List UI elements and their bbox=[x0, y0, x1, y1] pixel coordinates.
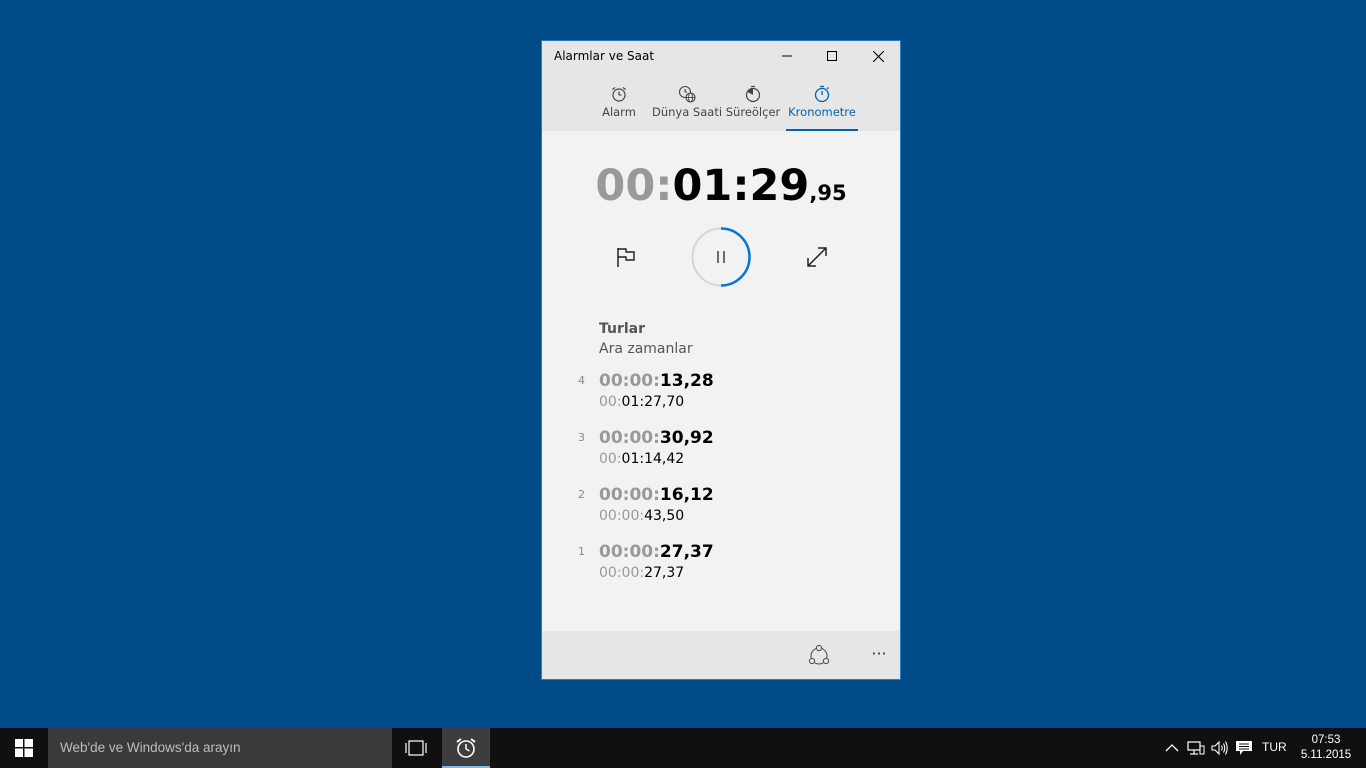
pause-progress-ring bbox=[691, 227, 751, 287]
stopwatch-seconds: 29 bbox=[749, 161, 810, 211]
lap-split-dim: 00: bbox=[599, 394, 622, 410]
stopwatch-display: 00:01:29,95 bbox=[542, 161, 900, 211]
lap-number: 3 bbox=[578, 431, 585, 444]
lap-split-value: 01:27,70 bbox=[621, 394, 685, 410]
network-icon bbox=[1187, 741, 1205, 755]
timer-icon bbox=[744, 83, 762, 105]
windows-logo-icon bbox=[15, 739, 33, 757]
lap-row: 3 00:00:30,92 00:01:14,42 bbox=[542, 428, 900, 478]
window-title: Alarmlar ve Saat bbox=[554, 49, 655, 63]
clock-date: 5.11.2015 bbox=[1300, 749, 1352, 761]
lap-row: 4 00:00:13,28 00:01:27,70 bbox=[542, 371, 900, 421]
minimize-button[interactable] bbox=[764, 41, 810, 71]
lap-time: 00:00:16,12 bbox=[599, 485, 714, 505]
tab-alarm-label: Alarm bbox=[602, 105, 636, 119]
more-options-button[interactable]: ··· bbox=[864, 639, 894, 669]
tab-alarm[interactable]: Alarm bbox=[602, 83, 636, 131]
tab-world-clock[interactable]: Dünya Saati bbox=[651, 83, 723, 131]
tab-timer-label: Süreölçer bbox=[725, 105, 781, 119]
clock-time: 07:53 bbox=[1311, 734, 1341, 746]
lap-time: 00:00:13,28 bbox=[599, 371, 714, 391]
network-button[interactable] bbox=[1186, 738, 1206, 758]
show-hidden-icons-button[interactable] bbox=[1162, 738, 1182, 758]
lap-button[interactable] bbox=[614, 245, 638, 269]
stopwatch-separator: : bbox=[655, 161, 673, 211]
lap-split: 00:00:27,37 bbox=[599, 565, 684, 581]
world-clock-icon bbox=[678, 83, 696, 105]
search-box[interactable]: Web'de ve Windows'da arayın bbox=[48, 728, 392, 768]
lap-split-dim: 00:00: bbox=[599, 508, 645, 524]
lap-time-dim: 00:00: bbox=[599, 371, 660, 391]
action-center-button[interactable] bbox=[1234, 738, 1254, 758]
maximize-button[interactable] bbox=[809, 41, 855, 71]
minimize-icon bbox=[782, 55, 792, 57]
lap-split-dim: 00:00: bbox=[599, 565, 645, 581]
stopwatch-hours: 00 bbox=[595, 161, 656, 211]
notification-icon bbox=[1236, 741, 1252, 755]
lap-number: 4 bbox=[578, 374, 585, 387]
tab-stopwatch[interactable]: Kronometre bbox=[786, 83, 858, 131]
lap-row: 2 00:00:16,12 00:00:43,50 bbox=[542, 485, 900, 535]
stopwatch-panel: 00:01:29,95 Turlar Ara zamanlar 4 00:00:… bbox=[542, 131, 900, 631]
lap-split: 00:01:27,70 bbox=[599, 394, 684, 410]
expand-button[interactable] bbox=[805, 245, 829, 269]
lap-time-dim: 00:00: bbox=[599, 428, 660, 448]
chevron-up-icon bbox=[1165, 744, 1179, 752]
share-icon bbox=[808, 644, 830, 665]
stopwatch-minutes: 01 bbox=[672, 161, 733, 211]
search-placeholder: Web'de ve Windows'da arayın bbox=[60, 740, 241, 755]
close-button[interactable] bbox=[855, 41, 901, 71]
clock-button[interactable]: 07:53 5.11.2015 bbox=[1296, 733, 1356, 763]
lap-number: 2 bbox=[578, 488, 585, 501]
stopwatch-icon bbox=[813, 83, 831, 105]
taskbar: Web'de ve Windows'da arayın TUR 07:53 5.… bbox=[0, 728, 1366, 768]
tab-stopwatch-label: Kronometre bbox=[788, 105, 856, 119]
share-button[interactable] bbox=[805, 643, 833, 669]
title-bar[interactable]: Alarmlar ve Saat bbox=[542, 41, 900, 71]
laps-subheading: Ara zamanlar bbox=[599, 341, 693, 357]
lap-split: 00:00:43,50 bbox=[599, 508, 684, 524]
laps-heading: Turlar bbox=[599, 321, 646, 337]
lap-time: 00:00:30,92 bbox=[599, 428, 714, 448]
lap-time-value: 16,12 bbox=[659, 485, 714, 505]
tab-world-clock-label: Dünya Saati bbox=[651, 105, 723, 119]
alarm-clock-icon bbox=[610, 83, 628, 105]
close-icon bbox=[872, 50, 884, 62]
flag-icon bbox=[617, 248, 635, 267]
start-button[interactable] bbox=[0, 728, 48, 768]
stopwatch-fraction: ,95 bbox=[809, 181, 847, 205]
alarm-clock-app-icon bbox=[456, 738, 476, 758]
app-window: Alarmlar ve Saat Alarm Dünya Saati Süreö… bbox=[541, 40, 901, 680]
volume-button[interactable] bbox=[1210, 738, 1230, 758]
lap-time-value: 13,28 bbox=[659, 371, 714, 391]
task-view-icon bbox=[405, 740, 427, 756]
lap-time: 00:00:27,37 bbox=[599, 542, 714, 562]
pause-icon bbox=[717, 251, 725, 263]
lap-number: 1 bbox=[578, 545, 585, 558]
lap-split-dim: 00: bbox=[599, 451, 622, 467]
input-language-indicator[interactable]: TUR bbox=[1262, 740, 1287, 754]
lap-split-value: 01:14,42 bbox=[621, 451, 685, 467]
task-view-button[interactable] bbox=[392, 728, 440, 768]
lap-row: 1 00:00:27,37 00:00:27,37 bbox=[542, 542, 900, 592]
maximize-icon bbox=[827, 51, 837, 61]
lap-split: 00:01:14,42 bbox=[599, 451, 684, 467]
lap-time-dim: 00:00: bbox=[599, 542, 660, 562]
tab-bar: Alarm Dünya Saati Süreölçer Kronometre bbox=[542, 71, 900, 131]
expand-icon bbox=[807, 247, 827, 267]
speaker-icon bbox=[1211, 740, 1228, 756]
lap-split-value: 43,50 bbox=[644, 508, 685, 524]
pause-button[interactable] bbox=[691, 227, 751, 287]
lap-time-value: 30,92 bbox=[659, 428, 714, 448]
command-bar: ··· bbox=[542, 631, 900, 679]
lap-time-value: 27,37 bbox=[659, 542, 714, 562]
tab-timer[interactable]: Süreölçer bbox=[725, 83, 781, 131]
lap-time-dim: 00:00: bbox=[599, 485, 660, 505]
stopwatch-separator: : bbox=[732, 161, 750, 211]
lap-split-value: 27,37 bbox=[644, 565, 685, 581]
taskbar-app-alarms[interactable] bbox=[442, 728, 490, 768]
